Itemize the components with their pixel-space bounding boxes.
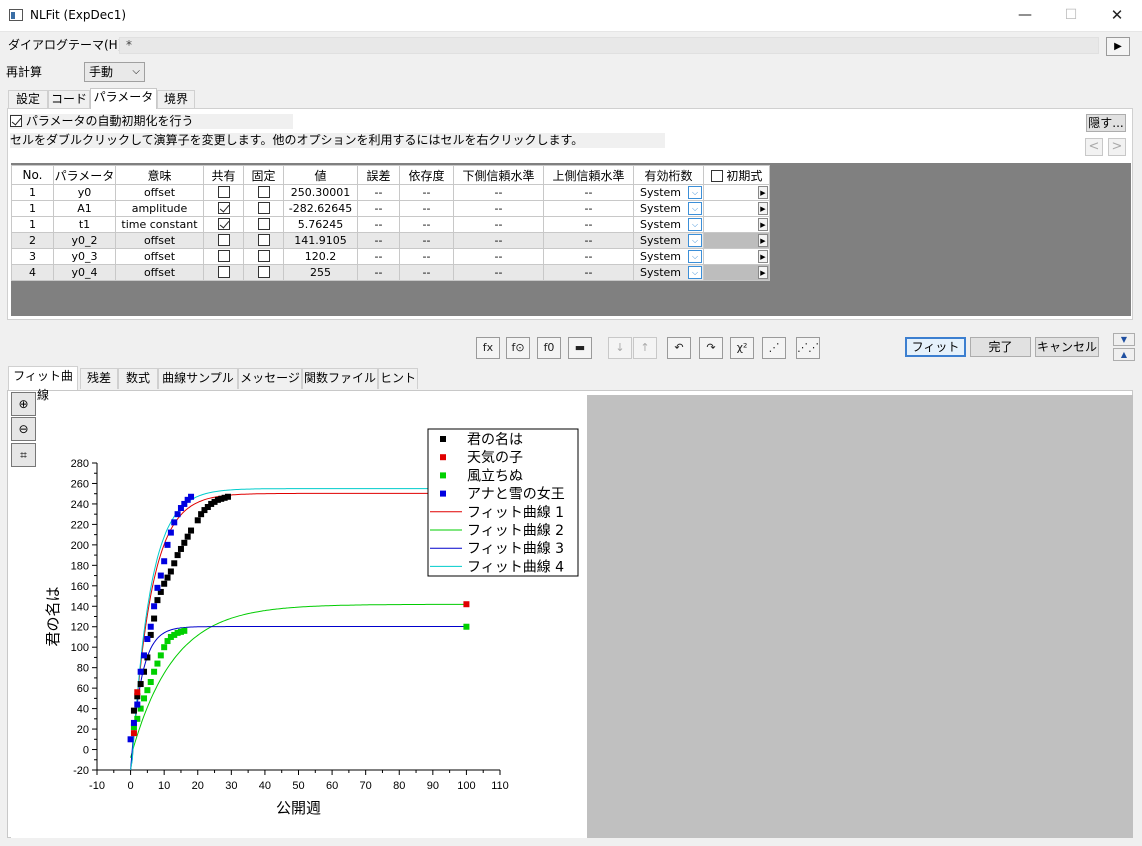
data-point (157, 572, 164, 579)
legend-label: フィット曲線 3 (467, 541, 564, 557)
data-point (463, 623, 470, 630)
data-point (224, 493, 231, 500)
x-tick-label: 0 (128, 780, 134, 792)
y-tick-label: 60 (77, 683, 89, 695)
data-point (174, 511, 181, 518)
data-point (181, 627, 188, 634)
y-tick-label: 260 (71, 478, 89, 490)
x-tick-label: 60 (326, 780, 338, 792)
data-point (154, 597, 161, 604)
data-point (184, 533, 191, 540)
data-point (177, 545, 184, 552)
data-point (161, 644, 168, 651)
x-tick-label: 70 (360, 780, 372, 792)
data-point (154, 660, 161, 667)
data-point (164, 574, 171, 581)
y-tick-label: 100 (71, 642, 89, 654)
x-tick-label: 100 (457, 780, 475, 792)
data-point (154, 584, 161, 591)
legend-marker (440, 490, 446, 497)
data-point (151, 603, 158, 610)
y-tick-label: 160 (71, 581, 89, 593)
data-point (130, 730, 137, 737)
legend-label: アナと雪の女王 (467, 486, 565, 503)
tab-parameters[interactable]: パラメータ (90, 88, 157, 109)
y-tick-label: -20 (73, 765, 89, 777)
x-tick-label: 30 (225, 780, 237, 792)
y-tick-label: 280 (71, 458, 89, 470)
data-point (181, 539, 188, 546)
legend-marker (440, 472, 446, 479)
data-point (161, 580, 168, 587)
x-tick-label: 20 (192, 780, 204, 792)
data-point (161, 558, 168, 565)
data-point (130, 707, 137, 714)
tab-fit-curve[interactable]: フィット曲線 (8, 366, 78, 402)
x-tick-label: 80 (393, 780, 405, 792)
legend-label: フィット曲線 4 (467, 559, 564, 575)
data-point (188, 493, 195, 500)
data-point (137, 668, 144, 675)
y-tick-label: 20 (77, 724, 89, 736)
x-tick-label: 10 (158, 780, 170, 792)
legend-label: 風立ちぬ (467, 468, 523, 484)
y-tick-label: 180 (71, 560, 89, 572)
x-axis-label: 公開週 (276, 799, 321, 817)
y-tick-label: 220 (71, 519, 89, 531)
data-point (147, 623, 154, 630)
y-tick-label: 120 (71, 622, 89, 634)
data-point (134, 701, 141, 708)
data-point (171, 519, 178, 526)
y-axis-label: 君の名は (44, 586, 62, 646)
fit-curve-line (130, 626, 467, 770)
data-point (134, 689, 141, 696)
data-point (141, 695, 148, 702)
x-tick-label: 50 (292, 780, 304, 792)
y-tick-label: 0 (83, 745, 89, 757)
legend-label: フィット曲線 2 (467, 523, 564, 539)
x-tick-label: 90 (427, 780, 439, 792)
fit-chart: -10 0 10 20 30 40 50 60 70 80 90 100 110 -20 0 20 40 60 80… (44, 428, 579, 817)
x-tick-label: 40 (259, 780, 271, 792)
y-tick-label: 40 (77, 704, 89, 716)
legend-marker (440, 454, 446, 461)
legend-label: 君の名は (467, 432, 523, 448)
data-point (130, 719, 137, 726)
data-point (188, 527, 195, 534)
x-tick-label: 110 (491, 780, 509, 792)
data-point (463, 601, 470, 608)
data-point (164, 541, 171, 548)
legend-marker (440, 436, 446, 442)
data-point (151, 668, 158, 675)
y-tick-label: 200 (71, 540, 89, 552)
y-tick-label: 240 (71, 499, 89, 511)
y-tick-label: 140 (71, 601, 89, 613)
data-point (144, 687, 151, 694)
legend-label: フィット曲線 1 (467, 505, 564, 521)
data-point (127, 736, 134, 743)
y-tick-label: 80 (77, 663, 89, 675)
data-point (147, 678, 154, 685)
data-point (144, 636, 151, 643)
x-tick-label: -10 (89, 780, 105, 792)
data-point (137, 681, 144, 688)
data-point (151, 615, 158, 622)
data-point (141, 652, 148, 659)
data-point (167, 568, 174, 575)
data-point (157, 652, 164, 659)
data-point (194, 517, 201, 524)
data-point (171, 560, 178, 567)
legend-label: 天気の子 (467, 450, 523, 466)
data-point (174, 552, 181, 559)
data-point (167, 529, 174, 536)
